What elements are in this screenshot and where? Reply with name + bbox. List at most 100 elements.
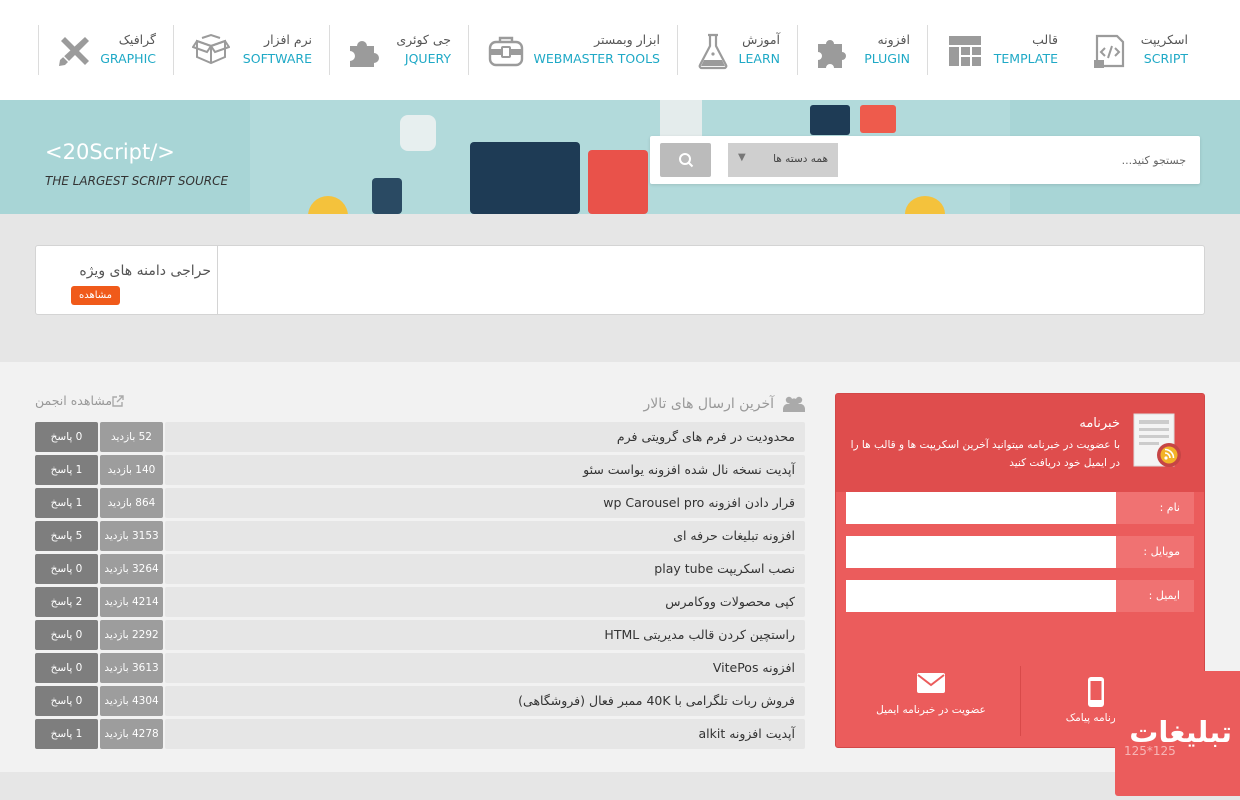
forum-post-replies: 2 پاسخ xyxy=(35,587,98,617)
nav-item-webmaster-tools[interactable]: ابزار وبمستر WEBMASTER TOOLS xyxy=(468,25,677,75)
top-navigation: اسکریپت SCRIPT قالب TEMPLATE افزونه PLUG… xyxy=(0,0,1240,100)
forum-post-title-cell: فروش ربات تلگرامی با 40K ممبر فعال (فروش… xyxy=(165,686,805,716)
forum-post-replies: 1 پاسخ xyxy=(35,488,98,518)
nav-label-en: SOFTWARE xyxy=(242,51,312,66)
advertisement-banner[interactable]: تبلیغات 125*125 xyxy=(1115,671,1240,796)
newsletter-title: خبرنامه xyxy=(1079,416,1120,431)
forum-post-row[interactable]: راستچین کردن قالب مدیریتی HTML 2292 بازد… xyxy=(35,620,805,650)
forum-post-title-cell: آپدیت افزونه alkit xyxy=(165,719,805,749)
external-link-icon xyxy=(112,394,124,407)
forum-post-replies: 1 پاسخ xyxy=(35,719,98,749)
mobile-field-row: موبایل : xyxy=(846,536,1194,568)
forum-post-title[interactable]: راستچین کردن قالب مدیریتی HTML xyxy=(604,627,795,642)
name-field-row: نام : xyxy=(846,492,1194,524)
hero-decoration xyxy=(588,150,648,214)
promo-view-button[interactable]: مشاهده xyxy=(71,286,120,305)
toolbox-icon xyxy=(487,32,525,70)
content-section: آخرین ارسال های تالار مشاهده انجمن محدود… xyxy=(0,362,1240,772)
forum-post-title[interactable]: افزونه VitePos xyxy=(713,660,795,675)
open-box-icon xyxy=(192,32,230,70)
forum-post-title-cell: آپدیت نسخه نال شده افزونه یواست سئو xyxy=(165,455,805,485)
search-button[interactable] xyxy=(660,143,711,177)
pencil-ruler-icon xyxy=(55,32,93,70)
search-icon xyxy=(678,153,693,168)
users-icon xyxy=(783,396,805,412)
hero-decoration xyxy=(860,105,896,133)
forum-post-replies: 0 پاسخ xyxy=(35,620,98,650)
forum-post-row[interactable]: کپی محصولات ووکامرس 4214 بازدید 2 پاسخ xyxy=(35,587,805,617)
forum-post-replies: 0 پاسخ xyxy=(35,422,98,452)
email-field-label: ایمیل : xyxy=(1116,580,1194,612)
name-field[interactable] xyxy=(846,492,1116,524)
forum-post-row[interactable]: محدودیت در فرم های گرویتی فرم 52 بازدید … xyxy=(35,422,805,452)
search-input[interactable] xyxy=(850,144,1190,176)
forum-post-replies: 0 پاسخ xyxy=(35,653,98,683)
ad-size-label: 125*125 xyxy=(1124,744,1176,758)
nav-item-learn[interactable]: آموزش LEARN xyxy=(677,25,797,75)
email-field-row: ایمیل : xyxy=(846,580,1194,612)
script-file-icon xyxy=(1091,32,1129,70)
forum-post-row[interactable]: قرار دادن افزونه wp Carousel pro 864 باز… xyxy=(35,488,805,518)
forum-post-views: 3613 بازدید xyxy=(100,653,163,683)
forum-post-views: 4278 بازدید xyxy=(100,719,163,749)
forum-header: آخرین ارسال های تالار xyxy=(643,395,805,413)
view-forum-link[interactable]: مشاهده انجمن xyxy=(35,393,130,408)
hero-decoration xyxy=(660,100,702,136)
forum-post-title[interactable]: کپی محصولات ووکامرس xyxy=(665,594,795,609)
forum-post-row[interactable]: آپدیت نسخه نال شده افزونه یواست سئو 140 … xyxy=(35,455,805,485)
forum-post-title[interactable]: محدودیت در فرم های گرویتی فرم xyxy=(617,429,795,444)
promo-divider xyxy=(217,246,218,314)
forum-title: آخرین ارسال های تالار xyxy=(643,396,774,412)
nav-label-fa: گرافیک xyxy=(118,32,156,47)
site-tagline: THE LARGEST SCRIPT SOURCE xyxy=(45,174,229,188)
forum-post-row[interactable]: افزونه VitePos 3613 بازدید 0 پاسخ xyxy=(35,653,805,683)
envelope-icon xyxy=(917,673,945,693)
forum-post-row[interactable]: آپدیت افزونه alkit 4278 بازدید 1 پاسخ xyxy=(35,719,805,749)
forum-post-replies: 0 پاسخ xyxy=(35,554,98,584)
puzzle-icon xyxy=(814,32,852,70)
forum-post-title[interactable]: آپدیت افزونه alkit xyxy=(698,726,795,741)
forum-post-title-cell: کپی محصولات ووکامرس xyxy=(165,587,805,617)
forum-post-title[interactable]: فروش ربات تلگرامی با 40K ممبر فعال (فروش… xyxy=(518,693,795,708)
forum-post-title[interactable]: افزونه تبلیغات حرفه ای xyxy=(673,528,795,543)
forum-post-row[interactable]: فروش ربات تلگرامی با 40K ممبر فعال (فروش… xyxy=(35,686,805,716)
nav-item-template[interactable]: قالب TEMPLATE xyxy=(927,25,1074,75)
forum-post-title-cell: افزونه VitePos xyxy=(165,653,805,683)
forum-post-title[interactable]: آپدیت نسخه نال شده افزونه یواست سئو xyxy=(583,462,795,477)
nav-item-jquery[interactable]: جی کوئری JQUERY xyxy=(329,25,468,75)
mobile-field-label: موبایل : xyxy=(1116,536,1194,568)
forum-post-row[interactable]: نصب اسکریپت play tube 3264 بازدید 0 پاسخ xyxy=(35,554,805,584)
flask-icon xyxy=(694,32,732,70)
promo-box: حراجی دامنه های ویژه مشاهده xyxy=(35,245,1205,315)
forum-post-views: 4214 بازدید xyxy=(100,587,163,617)
category-select[interactable]: ▼ همه دسته ها xyxy=(728,143,838,177)
nav-item-plugin[interactable]: افزونه PLUGIN xyxy=(797,25,927,75)
nav-item-script[interactable]: اسکریپت SCRIPT xyxy=(1075,25,1200,75)
nav-label-en: TEMPLATE xyxy=(993,51,1058,66)
forum-post-views: 52 بازدید xyxy=(100,422,163,452)
forum-post-replies: 5 پاسخ xyxy=(35,521,98,551)
nav-item-graphic[interactable]: گرافیک GRAPHIC xyxy=(38,25,173,75)
email-subscribe-button[interactable]: عضویت در خبرنامه ایمیل xyxy=(866,672,996,732)
forum-post-title-cell: قرار دادن افزونه wp Carousel pro xyxy=(165,488,805,518)
newsletter-rss-icon xyxy=(1133,413,1181,467)
category-select-value: همه دسته ها xyxy=(773,153,828,165)
forum-post-title[interactable]: قرار دادن افزونه wp Carousel pro xyxy=(603,495,795,510)
promo-title[interactable]: حراجی دامنه های ویژه xyxy=(79,263,211,279)
forum-post-title[interactable]: نصب اسکریپت play tube xyxy=(654,561,795,576)
nav-label-en: JQUERY xyxy=(404,51,451,66)
forum-post-views: 2292 بازدید xyxy=(100,620,163,650)
forum-post-views: 3153 بازدید xyxy=(100,521,163,551)
forum-post-row[interactable]: افزونه تبلیغات حرفه ای 3153 بازدید 5 پاس… xyxy=(35,521,805,551)
email-field[interactable] xyxy=(846,580,1116,612)
nav-item-software[interactable]: نرم افزار SOFTWARE xyxy=(173,25,329,75)
newsletter-divider xyxy=(1020,666,1021,736)
mobile-field[interactable] xyxy=(846,536,1116,568)
forum-post-title-cell: نصب اسکریپت play tube xyxy=(165,554,805,584)
search-bar: ▼ همه دسته ها xyxy=(650,136,1200,184)
forum-post-views: 4304 بازدید xyxy=(100,686,163,716)
forum-post-replies: 0 پاسخ xyxy=(35,686,98,716)
hero-decoration xyxy=(400,115,436,151)
nav-label-fa: افزونه xyxy=(877,32,910,47)
site-logo[interactable]: <20Script/> xyxy=(45,140,175,164)
